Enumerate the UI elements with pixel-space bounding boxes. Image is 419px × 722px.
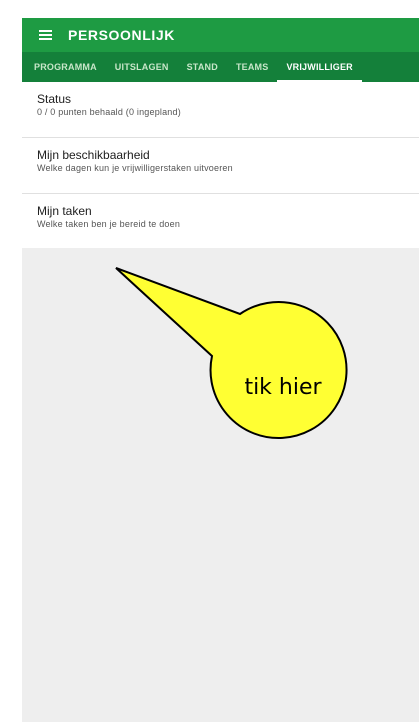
menu-button[interactable]	[22, 18, 68, 52]
page-title: PERSOONLIJK	[68, 27, 175, 43]
list-item-status[interactable]: Status 0 / 0 punten behaald (0 ingepland…	[22, 82, 419, 138]
tab-uitslagen[interactable]: UITSLAGEN	[106, 52, 178, 82]
tab-vrijwilliger[interactable]: VRIJWILLIGER	[277, 52, 363, 82]
status-title: Status	[37, 92, 72, 106]
callout-text: tik hier	[244, 375, 322, 400]
beschikbaarheid-title: Mijn beschikbaarheid	[37, 148, 150, 162]
status-subtitle: 0 / 0 punten behaald (0 ingepland)	[37, 107, 181, 117]
tab-programma[interactable]: PROGRAMMA	[22, 52, 106, 82]
tab-stand[interactable]: STAND	[178, 52, 227, 82]
tab-teams[interactable]: TEAMS	[227, 52, 278, 82]
list-item-beschikbaarheid[interactable]: Mijn beschikbaarheid Welke dagen kun je …	[22, 138, 419, 194]
taken-subtitle: Welke taken ben je bereid te doen	[37, 219, 181, 229]
taken-title: Mijn taken	[37, 204, 92, 218]
hamburger-icon	[38, 30, 52, 40]
app-bar: PERSOONLIJK	[22, 18, 419, 52]
beschikbaarheid-subtitle: Welke dagen kun je vrijwilligerstaken ui…	[37, 163, 233, 173]
list-item-taken[interactable]: Mijn taken Welke taken ben je bereid te …	[22, 194, 419, 248]
menu-list: Status 0 / 0 punten behaald (0 ingepland…	[22, 82, 419, 248]
app-screen: PERSOONLIJK PROGRAMMA UITSLAGEN STAND TE…	[22, 18, 419, 722]
tab-bar: PROGRAMMA UITSLAGEN STAND TEAMS VRIJWILL…	[22, 52, 419, 82]
